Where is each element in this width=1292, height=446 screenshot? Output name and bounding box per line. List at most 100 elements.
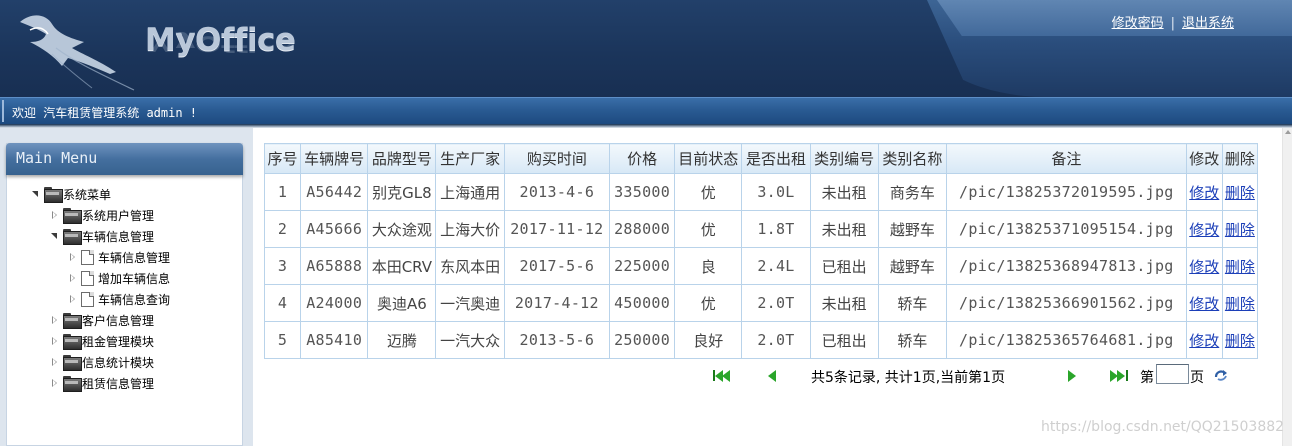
- table-cell: 未出租: [809, 173, 879, 211]
- table-row: 4 A24000 奥迪A6 一汽奥迪 2017-4-12 450000 优 2.0T 未出租 轿车…: [263, 284, 1259, 322]
- folder-icon: [63, 355, 82, 371]
- page-icon: [81, 291, 94, 307]
- table-cell: 上海通用: [435, 173, 505, 211]
- menu-item[interactable]: 信息统计模块: [49, 353, 154, 371]
- table-cell: 东风本田: [435, 247, 505, 285]
- menu-item-label: 车辆信息管理: [98, 250, 171, 265]
- page-icon: [81, 270, 94, 286]
- edit-link[interactable]: 修改: [1189, 332, 1219, 350]
- folder-shine: [65, 318, 78, 321]
- table-cell: /pic/13825371095154.jpg: [945, 210, 1187, 248]
- menu-item[interactable]: 系统菜单: [30, 185, 111, 203]
- page-number-input[interactable]: [1156, 364, 1189, 384]
- last-page-button[interactable]: [1110, 369, 1134, 383]
- table-cell: 良: [674, 247, 743, 285]
- table-cell: 未出租: [809, 284, 879, 322]
- table-cell: 迈腾: [367, 321, 437, 359]
- goto-suffix: 页: [1190, 370, 1204, 386]
- edit-link[interactable]: 修改: [1189, 184, 1219, 202]
- menu-item[interactable]: 系统用户管理: [49, 206, 154, 224]
- table-cell: 2.4L: [741, 247, 811, 285]
- menu-item[interactable]: 客户信息管理: [49, 311, 154, 329]
- column-header: 序号: [263, 143, 302, 174]
- expand-arrow-icon[interactable]: [49, 356, 61, 368]
- expand-arrow-icon[interactable]: [49, 314, 61, 326]
- go-refresh-icon[interactable]: [1213, 368, 1229, 382]
- table-cell: A56442: [300, 173, 369, 211]
- column-header: 目前状态: [674, 143, 743, 174]
- menu-item-label: 车辆信息查询: [98, 292, 171, 307]
- action-cell: 删除: [1221, 247, 1259, 285]
- vertical-scrollbar[interactable]: [1282, 128, 1292, 446]
- column-header: 生产厂家: [435, 143, 505, 174]
- table-cell: 轿车: [877, 284, 947, 322]
- first-page-button[interactable]: [712, 369, 736, 383]
- table-cell: 3.0L: [741, 173, 811, 211]
- menu-item[interactable]: 租赁信息管理: [49, 374, 154, 392]
- welcome-bar: 欢迎 汽车租赁管理系统 admin !: [0, 97, 1292, 124]
- column-header: 修改: [1185, 143, 1223, 174]
- folder-shine: [65, 234, 78, 237]
- expand-arrow-icon[interactable]: [49, 335, 61, 347]
- menu-item-label: 租金管理模块: [82, 334, 155, 349]
- folder-icon: [63, 229, 82, 245]
- menu-item[interactable]: 增加车辆信息: [67, 269, 170, 287]
- table-cell: 5: [263, 321, 302, 359]
- welcome-divider: [2, 100, 4, 122]
- menu-item-label: 系统菜单: [63, 187, 112, 202]
- prev-page-button[interactable]: [766, 369, 790, 383]
- folder-icon: [63, 313, 82, 329]
- menu-item[interactable]: 租金管理模块: [49, 332, 154, 350]
- menu-item[interactable]: 车辆信息管理: [67, 248, 170, 266]
- column-header: 购买时间: [503, 143, 611, 174]
- edit-link[interactable]: 修改: [1189, 295, 1219, 313]
- column-header: 是否出租: [741, 143, 811, 174]
- delete-link[interactable]: 删除: [1225, 221, 1255, 239]
- expand-arrow-icon[interactable]: [67, 293, 79, 305]
- table-cell: 2013-5-6: [503, 321, 611, 359]
- watermark-text: https://blog.csdn.net/QQ21503882: [1041, 419, 1285, 435]
- table-cell: A85410: [300, 321, 369, 359]
- edit-link[interactable]: 修改: [1189, 221, 1219, 239]
- table-cell: 优: [674, 284, 743, 322]
- edit-link[interactable]: 修改: [1189, 258, 1219, 276]
- sidebar-title: Main Menu: [16, 149, 98, 167]
- expand-arrow-icon[interactable]: [49, 209, 61, 221]
- delete-link[interactable]: 删除: [1225, 184, 1255, 202]
- menu-item-label: 车辆信息管理: [82, 229, 155, 244]
- action-cell: 修改: [1185, 321, 1223, 359]
- vehicle-table: 序号 车辆牌号 品牌型号 生产厂家 购买时间 价格 目前状态 是否出租 类别编号 类别名称 备注 修改…: [263, 143, 1259, 359]
- delete-link[interactable]: 删除: [1225, 295, 1255, 313]
- app-header: MyOffice MyOffice 修改密码 | 退出系统: [0, 0, 1292, 97]
- table-cell: 250000: [608, 321, 676, 359]
- pager-summary: 共5条记录, 共计1页,当前第1页: [811, 370, 1006, 386]
- change-password-link[interactable]: 修改密码: [1112, 16, 1164, 31]
- table-header-row: 序号 车辆牌号 品牌型号 生产厂家 购买时间 价格 目前状态 是否出租 类别编号 类别名称 备注 修改…: [263, 143, 1259, 174]
- menu-item-label: 客户信息管理: [82, 313, 155, 328]
- next-page-button[interactable]: [1066, 369, 1090, 383]
- table-row: 2 A45666 大众途观 上海大价 2017-11-12 288000 优 1.8T 未出租越…: [263, 210, 1259, 248]
- folder-shine: [65, 381, 78, 384]
- table-cell: 优: [674, 210, 743, 248]
- collapse-arrow-icon[interactable]: [49, 230, 61, 242]
- action-cell: 删除: [1221, 210, 1259, 248]
- expand-arrow-icon[interactable]: [67, 251, 79, 263]
- table-cell: 2: [263, 210, 302, 248]
- page-icon: [81, 249, 94, 265]
- column-header: 类别编号: [809, 143, 879, 174]
- scroll-up-icon[interactable]: [1285, 130, 1291, 134]
- menu-item-label: 增加车辆信息: [98, 271, 171, 286]
- collapse-arrow-icon[interactable]: [30, 188, 42, 200]
- expand-arrow-icon[interactable]: [49, 377, 61, 389]
- welcome-text: 欢迎 汽车租赁管理系统 admin !: [12, 106, 198, 120]
- menu-item[interactable]: 车辆信息管理: [49, 227, 154, 245]
- logout-link[interactable]: 退出系统: [1182, 16, 1234, 31]
- expand-arrow-icon[interactable]: [67, 272, 79, 284]
- menu-item[interactable]: 车辆信息查询: [67, 290, 170, 308]
- link-separator: |: [1170, 16, 1175, 31]
- table-cell: 本田CRV: [367, 247, 437, 285]
- delete-link[interactable]: 删除: [1225, 258, 1255, 276]
- table-cell: 1.8T: [741, 210, 811, 248]
- delete-link[interactable]: 删除: [1225, 332, 1255, 350]
- folder-shine: [65, 213, 78, 216]
